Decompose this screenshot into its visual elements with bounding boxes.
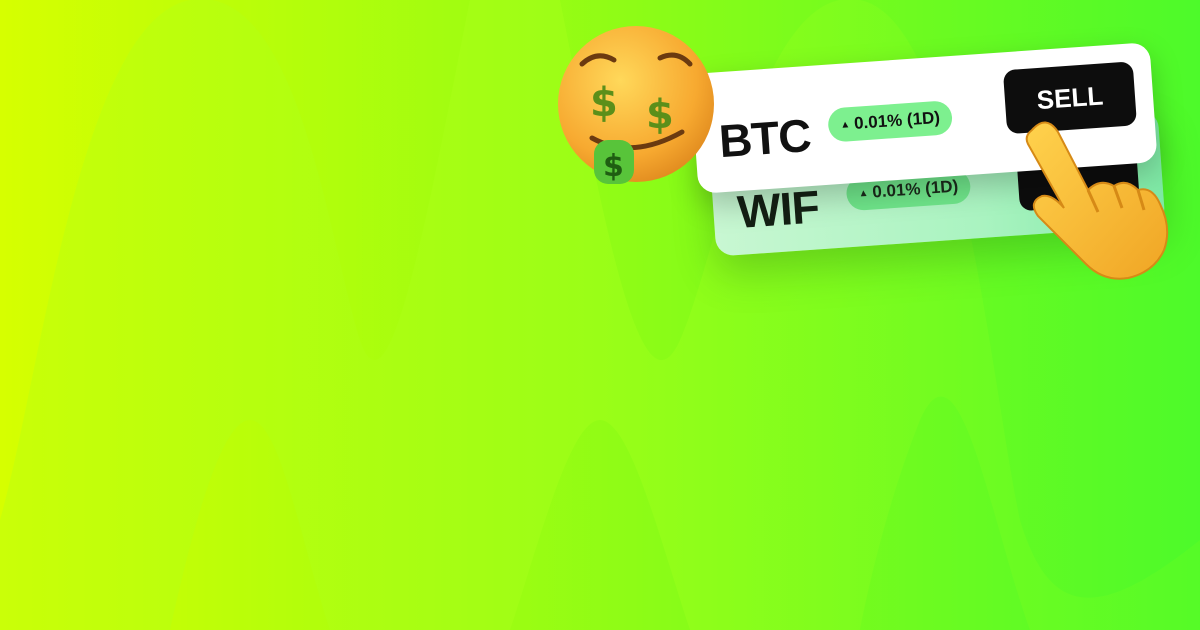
change-badge: ▲ 0.01% (1D): [827, 100, 954, 143]
change-value: 0.01% (1D): [853, 107, 941, 133]
ticker-symbol: BTC: [717, 109, 813, 168]
money-mouth-face-icon: $ $ $: [558, 26, 714, 184]
triangle-up-icon: ▲: [858, 187, 869, 199]
pointing-hand-icon: [1025, 121, 1169, 280]
svg-text:$: $: [646, 92, 674, 138]
triangle-up-icon: ▲: [839, 118, 851, 131]
svg-text:$: $: [590, 80, 618, 126]
svg-text:$: $: [603, 149, 624, 184]
